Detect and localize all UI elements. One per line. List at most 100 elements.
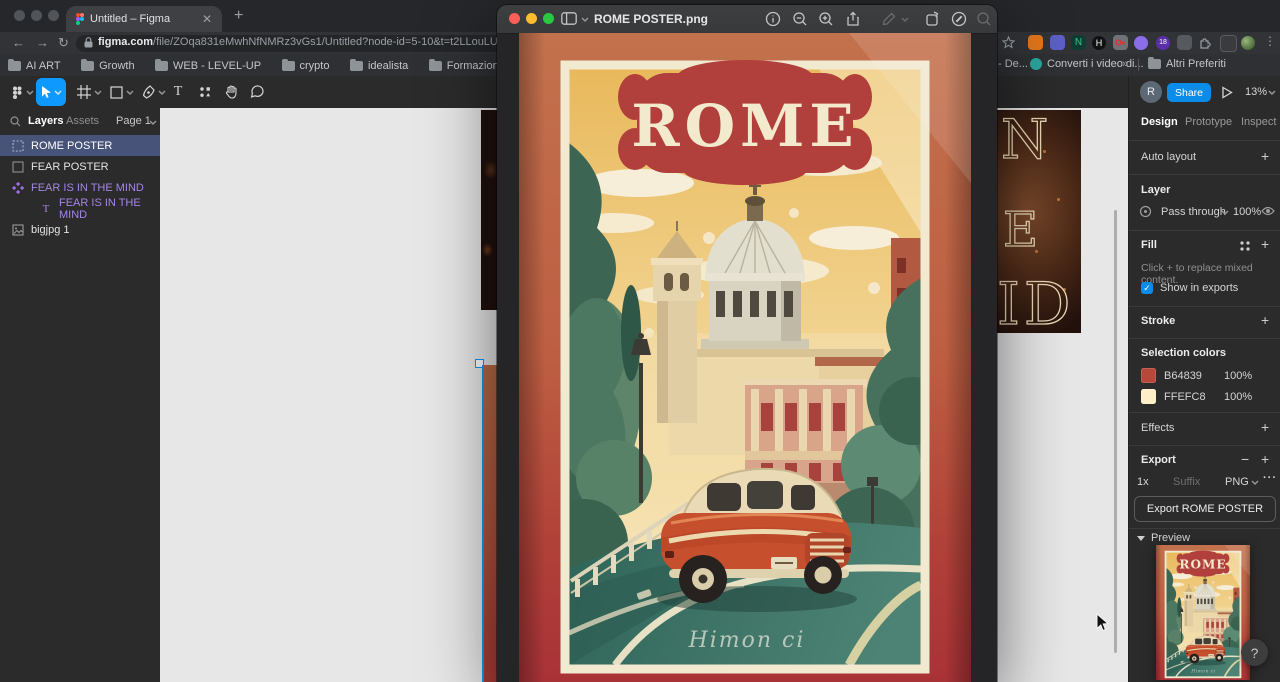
main-menu-icon[interactable] [6,76,28,108]
add-stroke-icon[interactable]: + [1261,315,1269,325]
forward-icon[interactable]: → [36,35,49,50]
chevron-down-icon[interactable] [1251,480,1259,485]
layer-row-fear-text[interactable]: T FEAR IS IN THE MIND [0,198,160,219]
export-rome-poster-button[interactable]: Export ROME POSTER [1134,496,1276,522]
remove-export-icon[interactable]: − [1241,454,1249,464]
add-fill-icon[interactable]: + [1261,239,1269,249]
window-minimize-icon[interactable] [31,10,42,21]
color-alpha[interactable]: 100% [1224,370,1252,382]
preview-window[interactable]: ROME POSTER.png [497,5,997,682]
chevron-down-icon[interactable] [94,90,102,95]
tab-prototype[interactable]: Prototype [1185,116,1232,128]
tab-design[interactable]: Design [1141,116,1178,128]
user-avatar[interactable]: R [1140,81,1162,103]
url-text[interactable]: figma.com/file/ZOqa831eMwhNfNMRz3vGs1/Un… [98,36,544,48]
export-scale[interactable]: 1x [1137,476,1149,488]
extensions-puzzle-icon[interactable] [1198,35,1213,50]
comment-tool[interactable] [246,76,268,108]
color-hex[interactable]: FFEFC8 [1164,391,1216,403]
export-format-select[interactable]: PNG [1225,476,1249,488]
color-swatch[interactable] [1141,389,1156,404]
frame-tool[interactable] [74,76,94,108]
ghost-extension-icon[interactable] [1134,36,1148,50]
bookmark-folder[interactable]: WEB - LEVEL-UP [155,60,261,72]
color-swatch[interactable] [1141,368,1156,383]
help-button[interactable]: ? [1241,639,1268,666]
minimize-icon[interactable] [526,13,537,24]
chevron-down-icon[interactable] [158,90,166,95]
search-icon[interactable] [10,116,21,127]
selection-color-row[interactable]: FFEFC8 100% [1141,389,1252,404]
close-icon[interactable] [509,13,520,24]
export-options-icon[interactable]: ··· [1263,472,1277,484]
color-alpha[interactable]: 100% [1224,391,1252,403]
layer-opacity-value[interactable]: 100% [1233,206,1261,218]
badge-extension-icon[interactable]: 18 [1156,36,1170,50]
fill-styles-icon[interactable] [1239,240,1251,252]
bookmarks-overflow-icon[interactable]: » [1122,58,1128,70]
green-n-extension-icon[interactable]: N [1071,35,1086,50]
tab-assets[interactable]: Assets [66,115,99,127]
pen-tool[interactable] [138,76,158,108]
tab-layers[interactable]: Layers [28,115,63,127]
present-icon[interactable] [1221,86,1233,99]
add-effect-icon[interactable]: + [1261,422,1269,432]
dark-extension-icon[interactable] [1177,35,1192,50]
zoom-in-icon[interactable] [818,11,834,27]
search-icon[interactable] [976,11,992,27]
blend-mode-icon[interactable] [1139,205,1152,218]
share-button[interactable]: Share [1167,83,1211,102]
eye-icon[interactable] [1261,205,1275,217]
reload-icon[interactable]: ↻ [58,35,69,51]
back-icon[interactable]: ← [12,35,25,50]
zoom-level[interactable]: 13% [1245,86,1267,98]
profile-avatar[interactable] [1241,36,1255,50]
chevron-down-icon[interactable] [1268,90,1276,95]
preview-collapse-icon[interactable] [1137,536,1145,541]
preview-title-bar[interactable]: ROME POSTER.png [497,5,997,34]
browser-menu-icon[interactable]: ⋮ [1264,34,1276,48]
chevron-down-icon[interactable] [581,17,589,22]
bookmark-folder[interactable]: AI ART [8,60,61,72]
move-tool[interactable] [36,78,66,106]
show-in-exports-row[interactable]: ✓ Show in exports [1141,282,1238,294]
selection-color-row[interactable]: B64839 100% [1141,368,1252,383]
page-selector[interactable]: Page 1 [116,115,151,127]
chevron-down-icon[interactable] [901,17,909,22]
bookmark-folder[interactable]: Formazione [429,60,505,72]
color-hex[interactable]: B64839 [1164,370,1216,382]
add-auto-layout-icon[interactable]: + [1261,151,1269,161]
bookmark-folder[interactable]: crypto [282,60,330,72]
chevron-down-icon[interactable] [26,90,34,95]
info-icon[interactable] [765,11,781,27]
bookmark-truncated[interactable]: - De... [998,58,1028,70]
layer-row-bigjpg[interactable]: bigjpg 1 [0,219,160,240]
text-tool[interactable]: T [168,76,188,108]
fear-poster-fragment-left[interactable] [481,110,497,310]
chevron-down-icon[interactable] [149,120,157,125]
sidebar-toggle-icon[interactable] [561,12,577,28]
rotate-icon[interactable] [925,11,941,27]
markup-pen-icon[interactable] [881,11,897,27]
chevron-down-icon[interactable] [1221,210,1229,215]
bookmark-star-icon[interactable] [1002,36,1015,49]
tab-inspect[interactable]: Inspect [1241,116,1276,128]
resources-tool[interactable] [194,76,216,108]
layer-row-fear-component[interactable]: FEAR IS IN THE MIND [0,177,160,198]
suffix-input[interactable]: Suffix [1173,476,1200,488]
zoom-icon[interactable] [543,13,554,24]
indigo-extension-icon[interactable] [1050,35,1065,50]
blend-mode-select[interactable]: Pass through [1161,206,1226,218]
chevron-down-icon[interactable] [126,90,134,95]
zoom-out-icon[interactable] [792,11,808,27]
sidepanel-extension-icon[interactable] [1220,35,1237,52]
shape-tool[interactable] [106,76,126,108]
bookmark-folder[interactable]: Growth [81,60,134,72]
window-close-icon[interactable] [14,10,25,21]
new-tab-button[interactable]: + [234,7,243,25]
annotate-icon[interactable] [951,11,967,27]
hand-tool[interactable] [220,76,242,108]
window-zoom-icon[interactable] [48,10,59,21]
bookmark-altri-preferiti[interactable]: Altri Preferiti [1148,58,1226,70]
h-extension-icon[interactable]: H [1092,36,1106,50]
